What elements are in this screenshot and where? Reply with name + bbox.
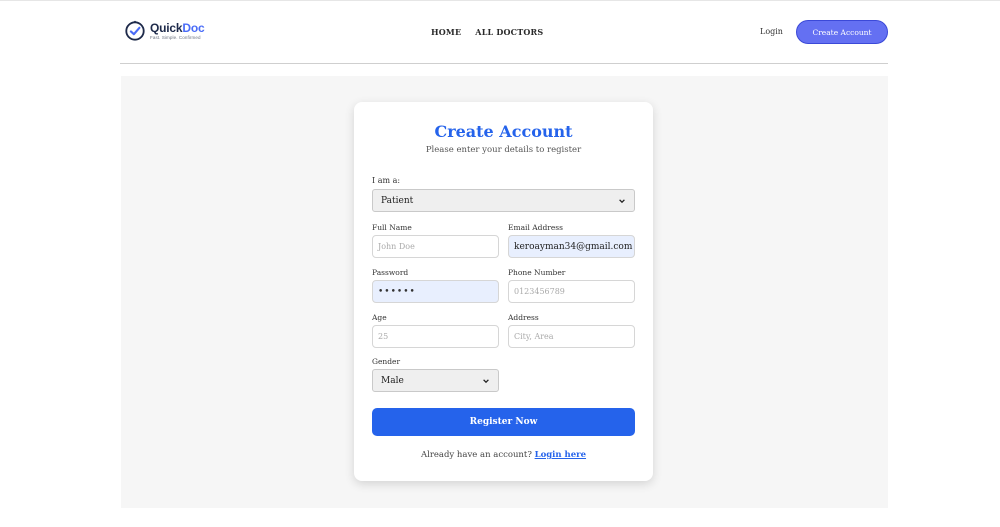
form-subtitle: Please enter your details to register bbox=[425, 145, 582, 155]
register-form-card: Create Account Please enter your details… bbox=[354, 102, 653, 481]
main-nav: HOME ALL DOCTORS bbox=[431, 27, 543, 37]
brand-name: QuickDoc bbox=[150, 20, 205, 35]
chevron-down-icon bbox=[483, 378, 489, 383]
password-label: Password bbox=[372, 268, 409, 277]
role-select[interactable]: Patient bbox=[372, 189, 635, 212]
brand-logo[interactable]: QuickDoc Fast. Simple. Confirmed bbox=[124, 20, 205, 42]
address-input[interactable]: City, Area bbox=[508, 325, 635, 348]
gender-select[interactable]: Male bbox=[372, 369, 499, 392]
full-name-input[interactable]: John Doe bbox=[372, 235, 499, 258]
login-prompt-text: Already have an account? bbox=[420, 450, 532, 460]
login-prompt: Already have an account? Login here bbox=[354, 450, 653, 460]
phone-input[interactable]: 0123456789 bbox=[508, 280, 635, 303]
age-label: Age bbox=[372, 313, 387, 322]
phone-label: Phone Number bbox=[508, 268, 566, 277]
chevron-down-icon bbox=[619, 198, 625, 203]
gender-label: Gender bbox=[372, 357, 401, 366]
email-input[interactable]: keroayman34@gmail.com bbox=[508, 235, 635, 258]
role-label: I am a: bbox=[372, 176, 401, 185]
brand-tagline: Fast. Simple. Confirmed bbox=[150, 34, 201, 40]
header-create-account-button[interactable]: Create Account bbox=[796, 20, 888, 44]
full-name-label: Full Name bbox=[372, 223, 412, 232]
nav-all-doctors[interactable]: ALL DOCTORS bbox=[475, 27, 543, 37]
password-input[interactable]: •••••• bbox=[372, 280, 499, 303]
email-label: Email Address bbox=[508, 223, 563, 232]
register-now-button[interactable]: Register Now bbox=[372, 408, 635, 436]
gender-select-value: Male bbox=[381, 375, 404, 386]
address-label: Address bbox=[508, 313, 539, 322]
form-title: Create Account bbox=[434, 122, 573, 141]
age-input[interactable]: 25 bbox=[372, 325, 499, 348]
login-here-link[interactable]: Login here bbox=[535, 450, 586, 460]
role-select-value: Patient bbox=[381, 195, 414, 206]
header-login-link[interactable]: Login bbox=[760, 27, 783, 36]
nav-home[interactable]: HOME bbox=[431, 27, 461, 37]
header-divider bbox=[120, 63, 888, 64]
site-header: QuickDoc Fast. Simple. Confirmed HOME AL… bbox=[0, 0, 1000, 64]
clock-check-icon bbox=[125, 20, 145, 41]
